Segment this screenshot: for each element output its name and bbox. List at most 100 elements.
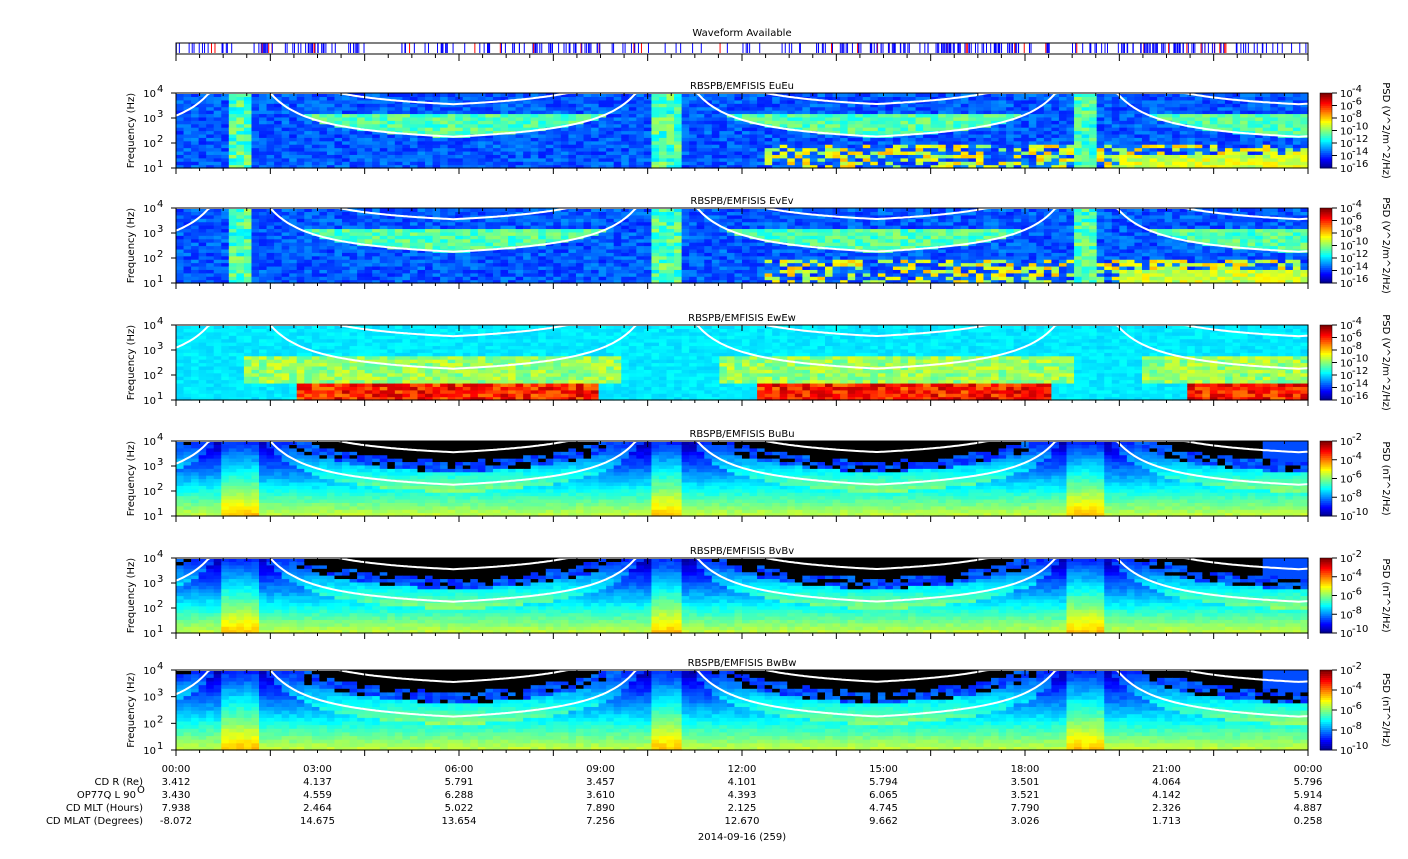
spectrogram-cell [379, 127, 388, 132]
spectrogram-cell [364, 123, 373, 128]
spectrogram-cell [892, 116, 902, 121]
spectrogram-cell [311, 225, 320, 230]
spectrogram-cell [900, 144, 909, 149]
spectrogram-cell [1217, 144, 1226, 149]
spectrogram-cell [643, 106, 653, 111]
spectrogram-cell [1096, 140, 1105, 145]
spectrogram-cell [855, 137, 864, 142]
spectrogram-cell [409, 140, 419, 145]
spectrogram-cell [1247, 110, 1256, 115]
spectrogram-cell [817, 127, 826, 132]
spectrogram-cell [575, 133, 585, 138]
spectrogram-cell [1134, 96, 1143, 101]
spectrogram-cell [530, 276, 539, 281]
spectrogram-cell [281, 120, 290, 125]
spectrogram-cell [462, 259, 471, 264]
spectrogram-cell [545, 99, 554, 104]
spectrogram-cell [334, 99, 343, 104]
spectrogram-cell [877, 130, 886, 135]
spectrogram-cell [1202, 137, 1211, 142]
spectrogram-cell [568, 133, 577, 138]
spectrogram-cell [681, 144, 690, 149]
spectrogram-cell [1096, 147, 1105, 152]
spectrogram-cell [1202, 140, 1211, 145]
spectrogram-cell [817, 116, 826, 121]
spectrogram-cell [1209, 157, 1219, 162]
spectrogram-cell [221, 127, 230, 132]
spectrogram-cell [1134, 161, 1143, 166]
spectrogram-cell [636, 116, 645, 121]
spectrogram-cell [228, 137, 237, 142]
spectrogram-cell [1051, 123, 1060, 128]
spectrogram-cell [719, 157, 728, 162]
spectrogram-cell [787, 120, 796, 125]
spectrogram-cell [802, 99, 811, 104]
spectrogram-cell [334, 120, 343, 125]
spectrogram-cell [1021, 147, 1030, 152]
spectrogram-cell [326, 252, 336, 257]
spectrogram-cell [1300, 116, 1309, 121]
spectrogram-cell [447, 231, 456, 236]
spectrogram-cell [1021, 137, 1030, 142]
spectrogram-cell [176, 123, 185, 128]
spectrogram-cell [319, 123, 328, 128]
spectrogram-cell [251, 161, 260, 166]
spectrogram-cell [1104, 103, 1113, 108]
spectrogram-cell [409, 252, 419, 257]
spectrogram-cell [492, 127, 502, 132]
spectrogram-cell [311, 269, 320, 274]
spectrogram-cell [538, 123, 547, 128]
spectrogram-cell [1111, 110, 1120, 115]
spectrogram-cell [855, 106, 864, 111]
spectrogram-cell [357, 154, 366, 159]
spectrogram-cell [651, 147, 660, 152]
spectrogram-cell [1149, 130, 1158, 135]
spectrogram-cell [530, 225, 539, 230]
spectrogram-cell [176, 238, 185, 243]
spectrogram-cell [508, 276, 517, 281]
spectrogram-cell [998, 137, 1007, 142]
spectrogram-cell [953, 140, 962, 145]
spectrogram-cell [1194, 106, 1203, 111]
spectrogram-cell [364, 252, 373, 257]
spectrogram-cell [440, 110, 449, 115]
spectrogram-cell [953, 133, 962, 138]
spectrogram-cell [447, 116, 456, 121]
spectrogram-cell [953, 123, 962, 128]
spectrogram-cell [198, 252, 207, 257]
spectrogram-cell [538, 120, 547, 125]
spectrogram-cell [560, 133, 570, 138]
spectrogram-cell [289, 96, 298, 101]
spectrogram-cell [545, 157, 554, 162]
spectrogram-cell [485, 103, 494, 108]
spectrogram-cell [462, 269, 471, 274]
spectrogram-cell [523, 154, 532, 159]
spectrogram-cell [251, 103, 260, 108]
spectrogram-cell [530, 262, 539, 267]
spectrogram-cell [998, 123, 1007, 128]
spectrogram-cell [500, 144, 509, 149]
spectrogram-cell [357, 218, 366, 223]
spectrogram-cell [470, 127, 479, 132]
spectrogram-cell [809, 110, 819, 115]
spectrogram-cell [213, 238, 222, 243]
spectrogram-cell [372, 248, 381, 253]
spectrogram-cell [364, 140, 373, 145]
spectrogram-cell [319, 157, 328, 162]
spectrogram-cell [711, 144, 720, 149]
spectrogram-cell [1292, 110, 1302, 115]
spectrogram-cell [1292, 157, 1302, 162]
spectrogram-cell [1194, 147, 1203, 152]
spectrogram-cell [1074, 144, 1083, 149]
colorbar-tick-base: 10 [1340, 114, 1353, 125]
spectrogram-cell [206, 262, 215, 267]
y-tick-label: 10 [143, 89, 156, 100]
spectrogram-cell [772, 110, 781, 115]
spectrogram-cell [243, 252, 253, 257]
spectrogram-cell [470, 235, 479, 240]
spectrogram-cell [885, 127, 894, 132]
spectrogram-cell [319, 144, 328, 149]
spectrogram-cell [1134, 123, 1143, 128]
spectrogram-cell [379, 252, 388, 257]
spectrogram-cell [1285, 154, 1294, 159]
